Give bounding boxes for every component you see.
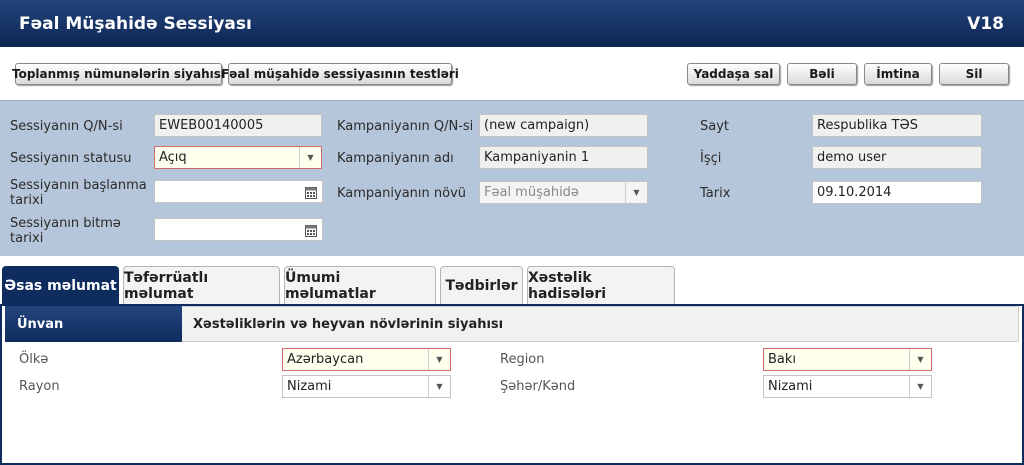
end-date-label: Sessiyanın bitmə tarixi [10, 216, 121, 246]
window-title: Fəal Müşahidə Sessiyası [19, 14, 252, 34]
end-date-field[interactable] [154, 218, 323, 241]
status-value: Açıq [159, 150, 187, 165]
tab-main-info[interactable]: Əsas məlumat [2, 266, 119, 305]
session-id-label: Sessiyanın Q/N-si [10, 119, 123, 134]
district-select[interactable]: Nizami ▼ [282, 375, 451, 398]
session-id-field[interactable]: EWEB00140005 [154, 114, 322, 137]
site-field[interactable]: Respublika TƏS [812, 114, 982, 137]
country-select[interactable]: Azərbaycan ▼ [282, 348, 451, 371]
region-value: Bakı [768, 352, 797, 367]
start-date-label: Sessiyanın başlanma tarixi [10, 178, 147, 208]
cancel-button[interactable]: İmtina [864, 63, 932, 85]
samples-list-button[interactable]: Toplanmış nümunələrin siyahısı [12, 63, 225, 85]
title-bar: Fəal Müşahidə Sessiyası V18 [0, 0, 1024, 47]
campaign-name-field[interactable]: Kampaniyanin 1 [479, 146, 648, 169]
campaign-type-select: Fəal müşahidə ▼ [479, 181, 648, 204]
district-value: Nizami [287, 379, 332, 394]
campaign-id-field[interactable]: (new campaign) [479, 114, 648, 137]
campaign-type-label: Kampaniyanın növü [337, 186, 467, 201]
version-label: V18 [967, 14, 1004, 34]
tab-measures[interactable]: Tədbirlər [440, 266, 523, 305]
start-date-field[interactable] [154, 180, 323, 203]
city-select[interactable]: Nizami ▼ [763, 375, 932, 398]
subtab-diseases-species[interactable]: Xəstəliklərin və heyvan növlərinin siyah… [193, 317, 503, 332]
date-label: Tarix [700, 186, 731, 201]
worker-field[interactable]: demo user [812, 146, 982, 169]
chevron-down-icon[interactable]: ▼ [428, 349, 450, 370]
date-field[interactable]: 09.10.2014 [812, 181, 982, 204]
chevron-down-icon[interactable]: ▼ [909, 376, 931, 397]
site-label: Sayt [700, 119, 730, 134]
region-label: Region [500, 352, 545, 367]
save-button[interactable]: Yaddaşa sal [687, 63, 780, 85]
status-label: Sessiyanın statusu [10, 151, 132, 166]
campaign-type-value: Fəal müşahidə [484, 185, 579, 200]
city-value: Nizami [768, 379, 813, 394]
delete-button[interactable]: Sil [939, 63, 1009, 85]
session-tests-button[interactable]: Fəal müşahidə sessiyasının testləri [221, 63, 459, 85]
country-value: Azərbaycan [287, 352, 364, 367]
chevron-down-icon[interactable]: ▼ [909, 349, 931, 370]
calendar-icon[interactable] [300, 219, 322, 240]
status-select[interactable]: Açıq ▼ [154, 146, 322, 169]
ok-button[interactable]: Bəli [787, 63, 857, 85]
campaign-id-label: Kampaniyanın Q/N-si [337, 119, 474, 134]
chevron-down-icon[interactable]: ▼ [428, 376, 450, 397]
city-label: Şəhər/Kənd [500, 379, 576, 394]
district-label: Rayon [19, 379, 60, 394]
calendar-icon[interactable] [300, 181, 322, 202]
worker-label: İşçi [700, 151, 722, 166]
tab-detailed-info[interactable]: Təfərrüatlı məlumat [123, 266, 280, 305]
chevron-down-icon[interactable]: ▼ [299, 147, 321, 168]
tab-disease-cases[interactable]: Xəstəlik hadisələri [527, 266, 675, 305]
country-label: Ölkə [19, 352, 49, 367]
subtab-address[interactable]: Ünvan [5, 306, 182, 342]
campaign-name-label: Kampaniyanın adı [337, 151, 454, 166]
chevron-down-icon: ▼ [625, 182, 647, 203]
tab-general-info[interactable]: Ümumi məlumatlar [284, 266, 436, 305]
region-select[interactable]: Bakı ▼ [763, 348, 932, 371]
